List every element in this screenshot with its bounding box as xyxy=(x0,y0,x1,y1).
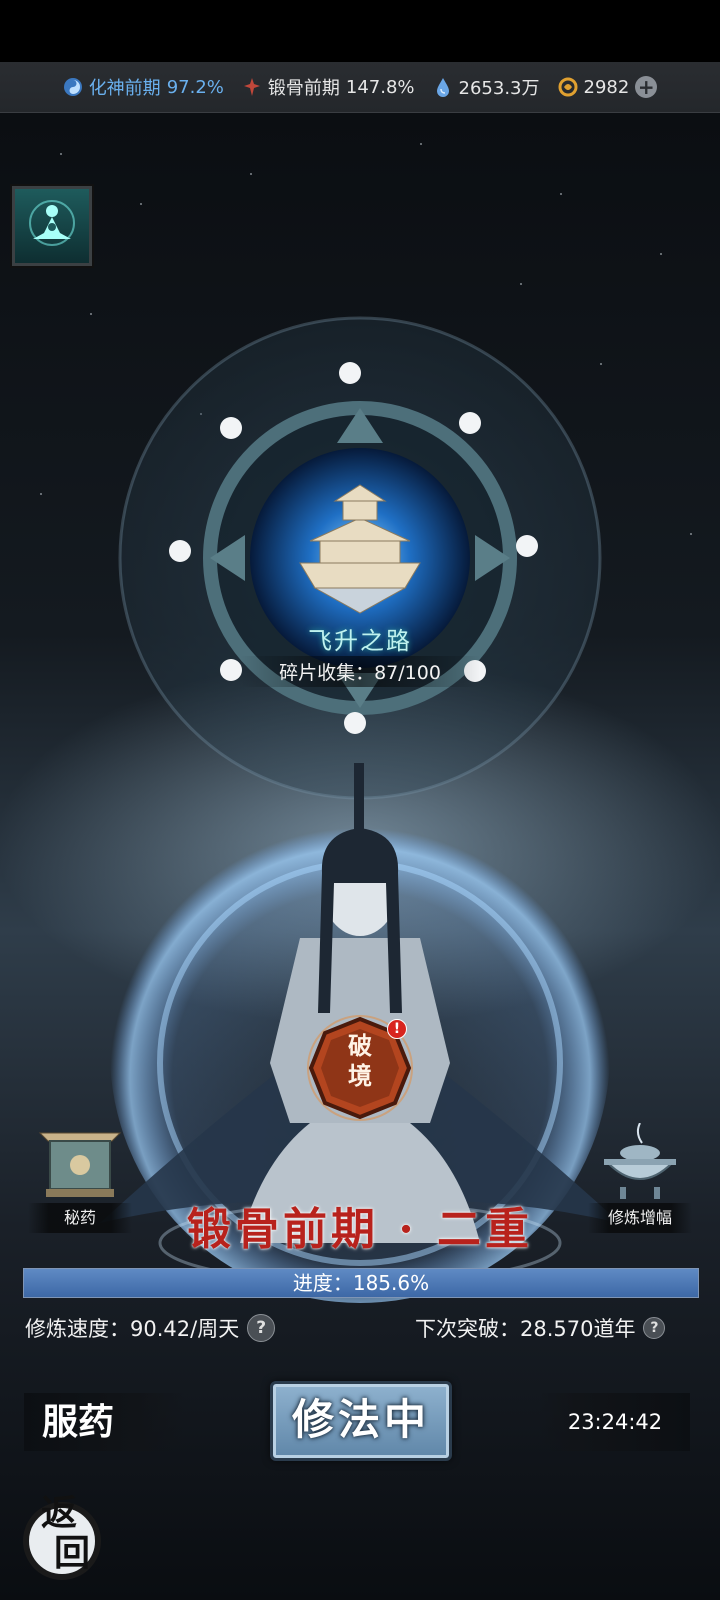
cultivation-speed-row: 修炼速度：90.42/周天 ? xyxy=(25,1313,276,1343)
spirit-stone-stat: 2653.3万 xyxy=(433,74,540,100)
cultivation-timer: 23:24:42 xyxy=(540,1393,690,1451)
realm-title: 锻骨前期 · 二重 xyxy=(187,1204,533,1255)
water-drop-icon xyxy=(436,78,449,97)
soul-swirl-icon xyxy=(63,78,82,96)
back-button[interactable]: 返 回 xyxy=(14,1493,104,1583)
currency-value: 2982 xyxy=(583,76,630,98)
progress-text: 进度：185.6% xyxy=(292,1271,430,1295)
next-breakthrough-text: 下次突破：28.570道年 xyxy=(415,1317,636,1341)
soul-realm-percent: 97.2% xyxy=(166,76,224,98)
alert-badge: ! xyxy=(387,1019,407,1039)
cultivation-boost-button[interactable]: 修炼增幅 xyxy=(580,1122,700,1233)
secret-medicine-label: 秘药 xyxy=(28,1203,132,1233)
ascension-portal[interactable] xyxy=(115,313,605,803)
cultivation-scene: 飞升之路 碎片收集：87/100 破 境 ! 秘药 修炼增幅 锻骨前期 · 二重… xyxy=(0,113,720,1600)
bone-realm-stat: 锻骨前期 147.8% xyxy=(242,74,415,100)
next-breakthrough-row: 下次突破：28.570道年 ? xyxy=(415,1313,666,1343)
back-char-2: 回 xyxy=(53,1532,90,1574)
back-char-1: 返 xyxy=(40,1492,77,1534)
bone-realm-percent: 147.8% xyxy=(345,76,415,98)
incense-burner-icon xyxy=(604,1122,676,1199)
cultivating-button[interactable]: 修法中 xyxy=(270,1381,452,1461)
cultivation-boost-label: 修炼增幅 xyxy=(588,1203,692,1233)
bone-sword-icon xyxy=(243,78,260,96)
system-status-bar xyxy=(0,0,720,62)
breakthrough-label: 破 境 xyxy=(305,1031,415,1091)
add-currency-button[interactable]: + xyxy=(635,76,658,98)
breakthrough-char-2: 境 xyxy=(348,1061,372,1090)
meditation-mode-button[interactable] xyxy=(12,186,92,266)
fragment-count: 碎片收集：87/100 xyxy=(240,656,480,687)
soul-realm-label: 化神前期 xyxy=(88,78,161,99)
portal-title: 飞升之路 xyxy=(308,627,412,655)
take-pill-button[interactable]: 服药 xyxy=(24,1393,184,1451)
breakthrough-help-icon[interactable]: ? xyxy=(643,1317,666,1339)
medicine-cabinet-icon xyxy=(38,1132,122,1197)
meditating-figure-icon xyxy=(29,200,75,246)
spirit-stone-value: 2653.3万 xyxy=(458,78,540,99)
speed-help-icon[interactable]: ? xyxy=(247,1314,276,1342)
back-label: 返 回 xyxy=(14,1493,104,1573)
soul-realm-stat: 化神前期 97.2% xyxy=(63,74,224,100)
secret-medicine-button[interactable]: 秘药 xyxy=(20,1123,140,1233)
bone-realm-label: 锻骨前期 xyxy=(267,78,340,99)
currency-stat: 2982 + xyxy=(558,76,658,98)
breakthrough-button[interactable]: 破 境 ! xyxy=(305,1013,415,1123)
resource-bar: 化神前期 97.2% 锻骨前期 147.8% 2653.3万 2982 + xyxy=(0,62,720,113)
cultivation-speed-text: 修炼速度：90.42/周天 xyxy=(25,1317,240,1341)
gold-coin-icon xyxy=(558,77,577,97)
cultivation-progress-bar: 进度：185.6% xyxy=(23,1268,699,1298)
